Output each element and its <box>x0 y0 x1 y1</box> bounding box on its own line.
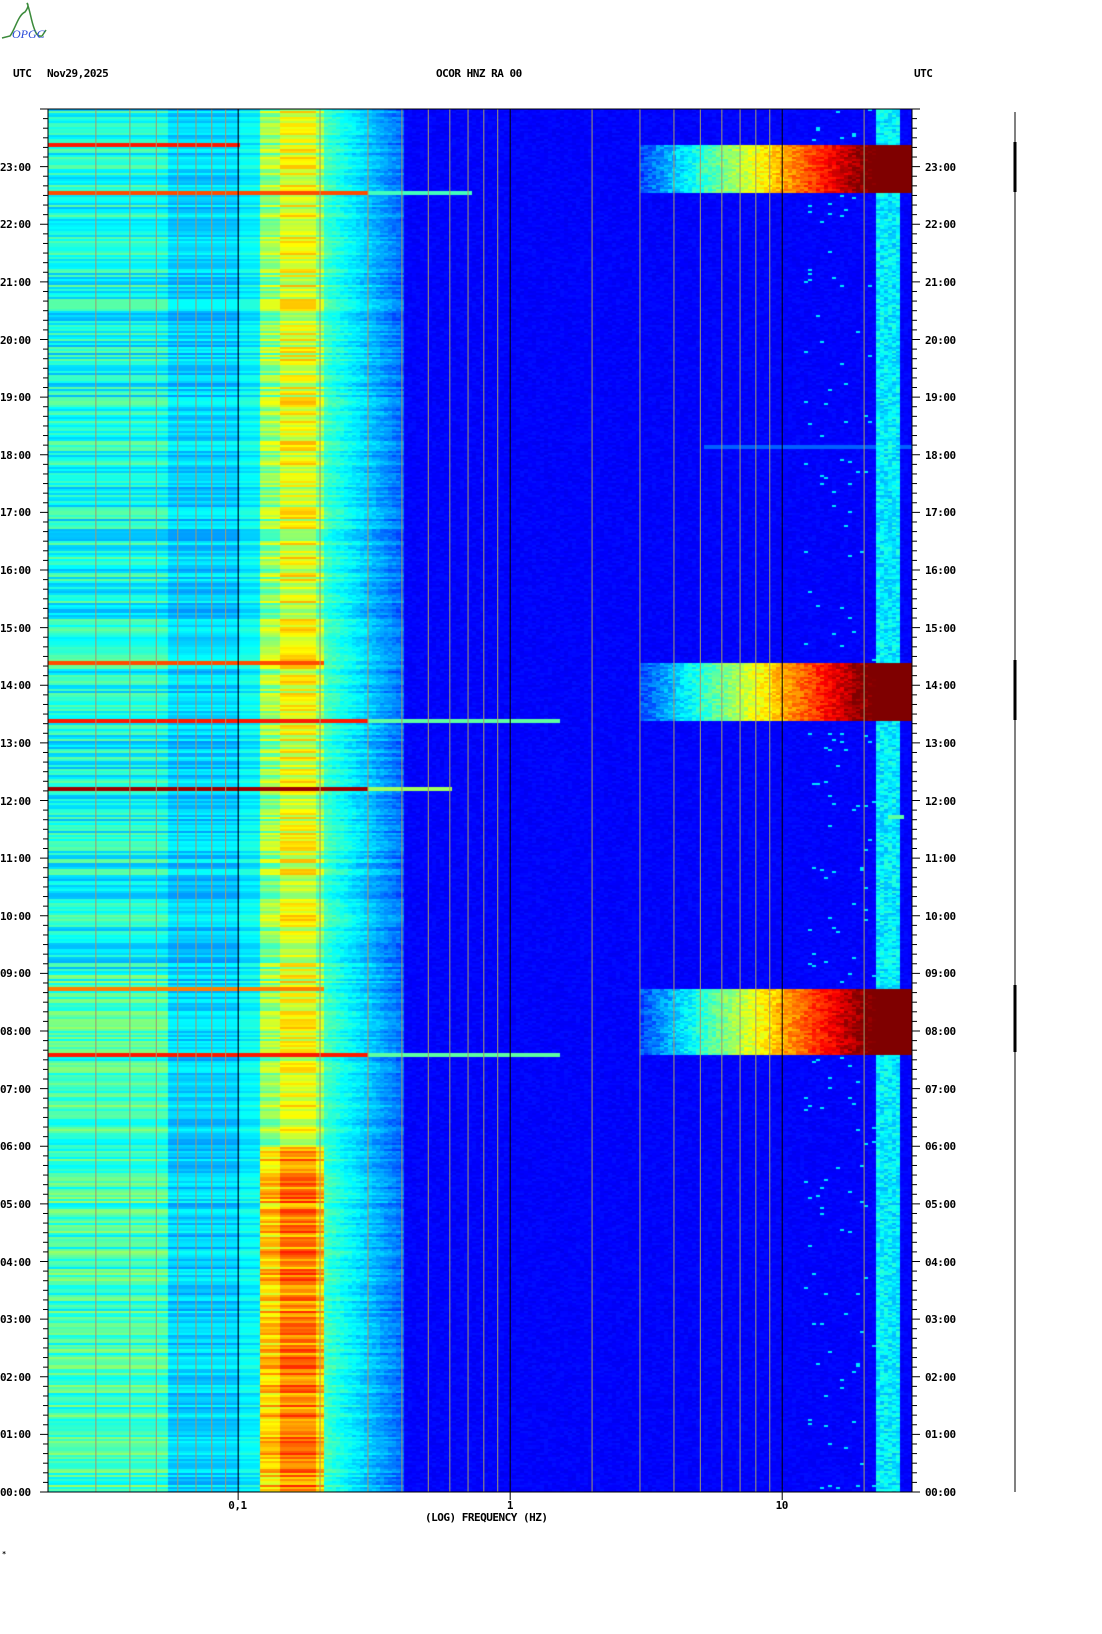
spectrogram-page: OPGC UTC Nov29,2025 OCOR HNZ RA 00 UTC (… <box>0 0 1102 1634</box>
y-tick-label-right: 07:00 <box>925 1082 956 1096</box>
y-tick-label-left: 13:00 <box>0 736 31 750</box>
y-tick-label-right: 16:00 <box>925 564 956 577</box>
y-tick-label-right: 01:00 <box>925 1428 956 1442</box>
y-tick-label-right: 03:00 <box>925 1313 956 1327</box>
axes <box>40 108 1017 1500</box>
x-axis-label: (LOG) FREQUENCY (HZ) <box>425 1511 548 1524</box>
y-tick-label-right: 11:00 <box>925 852 956 866</box>
y-tick-label-left: 10:00 <box>0 909 31 923</box>
y-tick-label-left: 23:00 <box>0 160 31 174</box>
y-tick-label-right: 10:00 <box>925 909 956 923</box>
y-tick-label-right: 06:00 <box>925 1140 956 1154</box>
y-tick-label-left: 06:00 <box>0 1140 31 1154</box>
y-tick-label-left: 02:00 <box>0 1370 31 1384</box>
plot-frame <box>47 108 913 1493</box>
y-tick-label-right: 04:00 <box>925 1255 956 1269</box>
y-tick-label-right: 13:00 <box>925 736 956 750</box>
y-tick-label-right: 00:00 <box>925 1486 956 1499</box>
y-tick-label-left: 21:00 <box>0 275 31 289</box>
y-tick-label-left: 15:00 <box>0 621 31 635</box>
y-tick-label-left: 03:00 <box>0 1313 31 1327</box>
y-tick-label-right: 12:00 <box>925 794 956 808</box>
y-tick-label-right: 21:00 <box>925 275 956 289</box>
y-tick-label-right: 14:00 <box>925 679 956 693</box>
x-tick-label: 0,1 <box>228 1499 247 1512</box>
y-tick-label-left: 12:00 <box>0 794 31 808</box>
y-tick-label-right: 02:00 <box>925 1370 956 1384</box>
y-tick-label-left: 07:00 <box>0 1082 31 1096</box>
y-tick-label-right: 18:00 <box>925 448 956 462</box>
y-tick-label-left: 22:00 <box>0 218 31 232</box>
x-tick-label: 1 <box>506 1499 514 1512</box>
y-tick-label-right: 08:00 <box>925 1025 956 1038</box>
y-tick-label-right: 09:00 <box>925 967 956 981</box>
y-tick-label-right: 17:00 <box>925 506 956 520</box>
y-tick-label-right: 22:00 <box>925 218 956 232</box>
x-tick-label: 10 <box>775 1499 789 1512</box>
y-tick-label-right: 19:00 <box>925 391 956 405</box>
y-tick-label-left: 05:00 <box>0 1197 31 1211</box>
y-tick-label-right: 23:00 <box>925 160 956 174</box>
y-tick-label-left: 17:00 <box>0 506 31 520</box>
y-tick-label-left: 04:00 <box>0 1255 31 1269</box>
y-tick-label-left: 20:00 <box>0 333 31 347</box>
y-tick-label-left: 11:00 <box>0 852 31 866</box>
y-tick-label-left: 08:00 <box>0 1025 31 1038</box>
y-tick-label-right: 20:00 <box>925 333 956 347</box>
footer-mark: * <box>2 1550 6 1558</box>
y-tick-label-right: 05:00 <box>925 1197 956 1211</box>
y-tick-label-left: 00:00 <box>0 1486 31 1499</box>
y-tick-label-left: 19:00 <box>0 391 31 405</box>
y-tick-label-left: 18:00 <box>0 448 31 462</box>
y-tick-label-left: 14:00 <box>0 679 31 693</box>
y-tick-label-left: 01:00 <box>0 1428 31 1442</box>
y-tick-label-right: 15:00 <box>925 621 956 635</box>
y-tick-label-left: 16:00 <box>0 564 31 577</box>
y-tick-label-left: 09:00 <box>0 967 31 981</box>
